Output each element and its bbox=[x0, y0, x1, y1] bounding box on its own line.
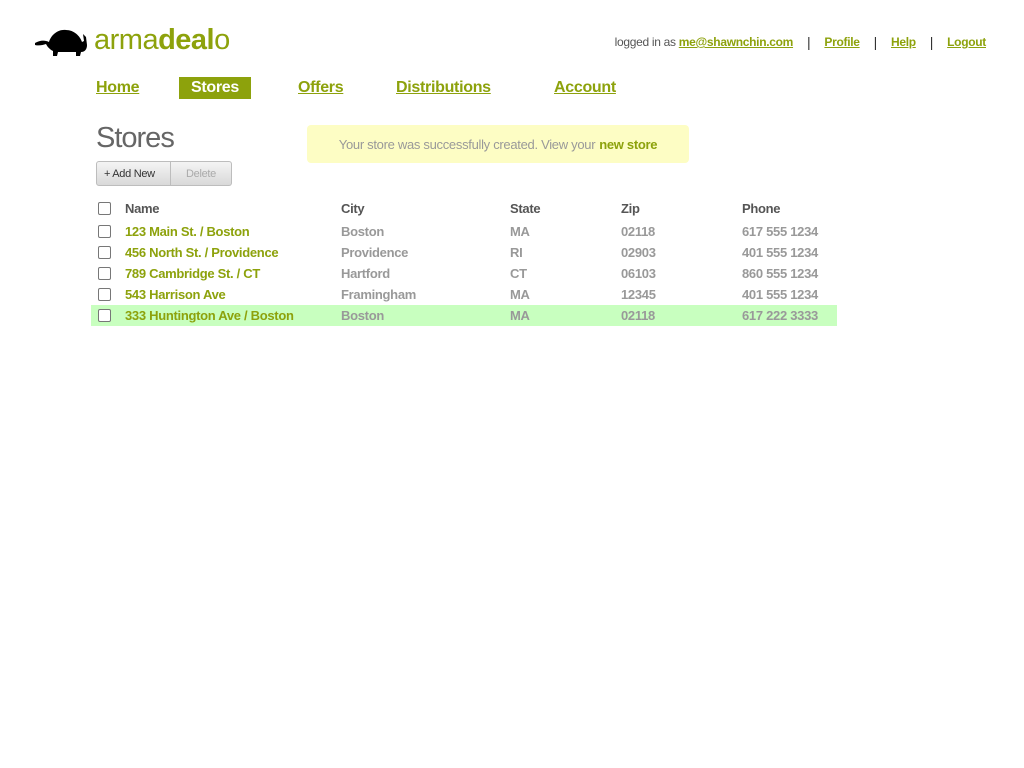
table-row: 789 Cambridge St. / CT Hartford CT 06103… bbox=[91, 263, 837, 284]
page-title: Stores bbox=[96, 122, 175, 154]
store-zip: 02118 bbox=[621, 308, 655, 323]
table-header: Name City State Zip Phone bbox=[91, 198, 837, 221]
select-all-checkbox[interactable] bbox=[98, 202, 111, 215]
store-city: Hartford bbox=[341, 266, 390, 281]
row-checkbox[interactable] bbox=[98, 309, 111, 322]
column-header-phone[interactable]: Phone bbox=[742, 198, 781, 220]
store-phone: 617 222 3333 bbox=[742, 308, 818, 323]
store-phone: 617 555 1234 bbox=[742, 224, 818, 239]
row-checkbox[interactable] bbox=[98, 267, 111, 280]
brand-name-end: o bbox=[214, 23, 230, 56]
nav-account[interactable]: Account bbox=[554, 77, 616, 99]
store-name-link[interactable]: 123 Main St. / Boston bbox=[125, 221, 250, 242]
store-city: Providence bbox=[341, 245, 409, 260]
flash-message: Your store was successfully created. Vie… bbox=[307, 125, 689, 163]
brand-name: armadealo bbox=[94, 23, 230, 56]
column-header-state[interactable]: State bbox=[510, 198, 541, 220]
store-name-link[interactable]: 456 North St. / Providence bbox=[125, 242, 279, 263]
store-phone: 860 555 1234 bbox=[742, 266, 818, 281]
store-zip: 12345 bbox=[621, 287, 656, 302]
separator: | bbox=[929, 34, 934, 50]
store-name-link[interactable]: 543 Harrison Ave bbox=[125, 284, 226, 305]
profile-link[interactable]: Profile bbox=[824, 35, 860, 49]
table-row: 456 North St. / Providence Providence RI… bbox=[91, 242, 837, 263]
new-store-link[interactable]: new store bbox=[599, 137, 657, 152]
help-link[interactable]: Help bbox=[891, 35, 916, 49]
store-state: MA bbox=[510, 308, 530, 323]
flash-text: Your store was successfully created. Vie… bbox=[338, 136, 596, 152]
stores-table: Name City State Zip Phone 123 Main St. /… bbox=[91, 198, 837, 326]
armadillo-icon bbox=[35, 29, 87, 56]
store-city: Boston bbox=[341, 308, 384, 323]
nav-home[interactable]: Home bbox=[96, 77, 140, 99]
store-zip: 02903 bbox=[621, 245, 656, 260]
user-bar: logged in as me@shawnchin.com | Profile … bbox=[614, 34, 987, 50]
table-row-highlighted: 333 Huntington Ave / Boston Boston MA 02… bbox=[91, 305, 837, 326]
store-zip: 06103 bbox=[621, 266, 656, 281]
nav-stores[interactable]: Stores bbox=[179, 77, 251, 99]
store-state: MA bbox=[510, 287, 530, 302]
user-email-link[interactable]: me@shawnchin.com bbox=[679, 35, 794, 49]
brand-name-part: arma bbox=[94, 23, 159, 56]
separator: | bbox=[873, 34, 878, 50]
store-phone: 401 555 1234 bbox=[742, 287, 818, 302]
nav-distributions[interactable]: Distributions bbox=[396, 77, 491, 99]
store-state: MA bbox=[510, 224, 530, 239]
row-checkbox[interactable] bbox=[98, 246, 111, 259]
column-header-name[interactable]: Name bbox=[125, 198, 160, 220]
delete-button[interactable]: Delete bbox=[171, 161, 232, 186]
store-city: Boston bbox=[341, 224, 384, 239]
add-new-button[interactable]: + Add New bbox=[96, 161, 171, 186]
store-state: CT bbox=[510, 266, 527, 281]
table-row: 543 Harrison Ave Framingham MA 12345 401… bbox=[91, 284, 837, 305]
store-phone: 401 555 1234 bbox=[742, 245, 818, 260]
logo[interactable]: armadealo bbox=[34, 24, 230, 56]
store-name-link[interactable]: 789 Cambridge St. / CT bbox=[125, 263, 260, 284]
store-zip: 02118 bbox=[621, 224, 655, 239]
logout-link[interactable]: Logout bbox=[947, 35, 986, 49]
table-row: 123 Main St. / Boston Boston MA 02118 61… bbox=[91, 221, 837, 242]
store-city: Framingham bbox=[341, 287, 417, 302]
separator: | bbox=[807, 34, 811, 50]
toolbar: + Add New Delete bbox=[96, 161, 232, 186]
column-header-zip[interactable]: Zip bbox=[621, 198, 640, 220]
store-state: RI bbox=[510, 245, 523, 260]
column-header-city[interactable]: City bbox=[341, 198, 365, 220]
row-checkbox[interactable] bbox=[98, 288, 111, 301]
brand-name-bold: deal bbox=[158, 23, 215, 56]
nav-offers[interactable]: Offers bbox=[298, 77, 344, 99]
logged-in-label: logged in as bbox=[614, 35, 676, 49]
row-checkbox[interactable] bbox=[98, 225, 111, 238]
store-name-link[interactable]: 333 Huntington Ave / Boston bbox=[125, 305, 294, 326]
